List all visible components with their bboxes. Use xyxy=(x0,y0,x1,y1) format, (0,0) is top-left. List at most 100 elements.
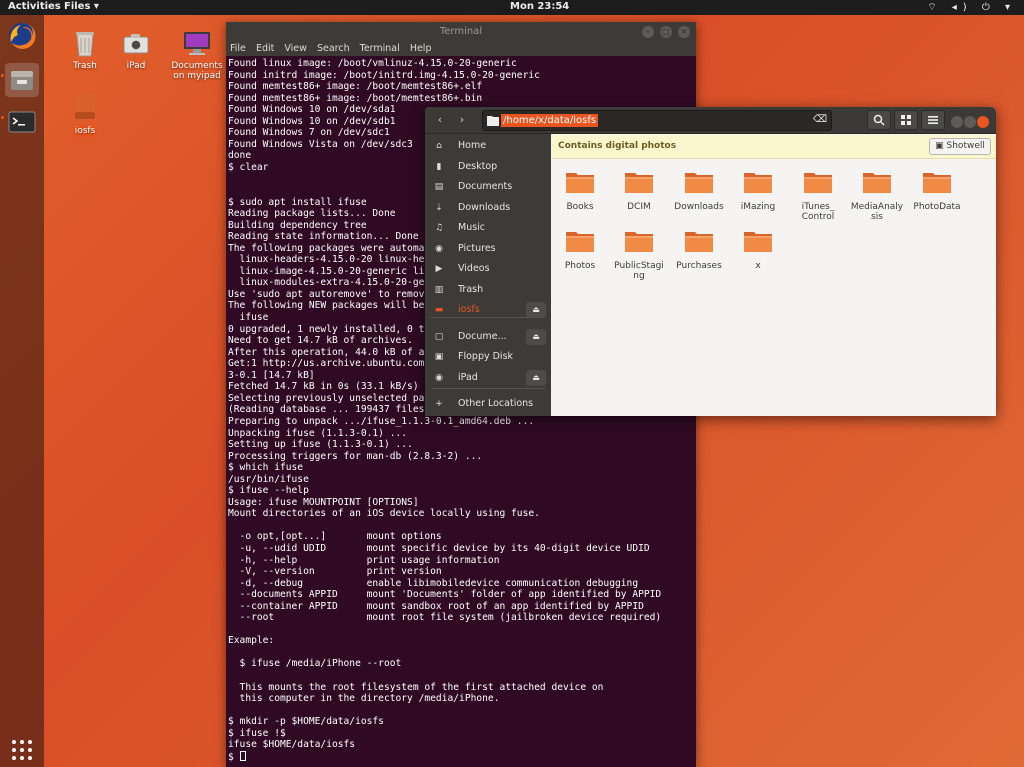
folder-icon xyxy=(744,173,772,193)
sidebar-item-documents[interactable]: ▤ Documents xyxy=(425,177,551,197)
show-apps-icon[interactable] xyxy=(5,733,39,767)
terminal-line-text: --documents APPID mount 'Documents' fold… xyxy=(228,589,662,601)
menu-button[interactable] xyxy=(921,110,945,130)
drive-icon xyxy=(70,92,100,122)
back-button[interactable]: ‹ xyxy=(431,110,449,130)
forward-button[interactable]: › xyxy=(453,110,471,130)
open-with-shotwell-button[interactable]: ▣ Shotwell xyxy=(929,138,991,155)
folder-icon xyxy=(685,173,713,193)
activities-button[interactable]: Activities xyxy=(8,1,61,12)
floppy-icon: ▣ xyxy=(434,352,444,362)
terminal-line-text: -V, --version print version xyxy=(228,566,442,578)
folder-label: iMazing xyxy=(740,202,776,212)
terminal-line-text: $ clear xyxy=(228,161,269,173)
sidebar-item-trash[interactable]: ▥ Trash xyxy=(425,280,551,300)
folder-item[interactable]: iMazing xyxy=(728,170,788,212)
terminal-line-text: Found linux image: /boot/vmlinuz-4.15.0-… xyxy=(228,58,517,69)
folder-item[interactable]: MediaAnaly sis xyxy=(847,170,907,222)
desktop-icon-iosfs[interactable]: iosfs xyxy=(55,92,115,137)
minimize-button[interactable]: – xyxy=(641,26,654,38)
menu-edit[interactable]: Edit xyxy=(256,43,274,54)
terminal-line: -d, --debug enable libimobiledevice comm… xyxy=(228,578,696,590)
desktop-icon-documents-on-myipad[interactable]: Documents on myipad xyxy=(167,28,227,81)
sidebar-item-label: Pictures xyxy=(458,243,496,254)
maximize-button[interactable]: □ xyxy=(659,26,672,38)
folder-item[interactable]: Books xyxy=(550,170,610,212)
folder-item[interactable]: PhotoData xyxy=(907,170,967,212)
terminal-line: $ ifuse /media/iPhone --root xyxy=(228,658,696,670)
folder-item[interactable]: PublicStagi ng xyxy=(609,229,669,281)
trash-icon: ▥ xyxy=(434,285,444,295)
view-options-button[interactable] xyxy=(894,110,918,130)
close-button[interactable] xyxy=(977,116,989,128)
menu-view[interactable]: View xyxy=(284,43,307,54)
app-menu[interactable]: Files ▾ xyxy=(64,1,99,12)
terminal-line: --root mount root file system (jailbroke… xyxy=(228,612,696,624)
menu-file[interactable]: File xyxy=(230,43,246,54)
terminal-line-text: $ ifuse !$ xyxy=(228,727,286,739)
terminal-line-text: done xyxy=(228,150,252,162)
maximize-button[interactable] xyxy=(964,116,976,128)
sidebar-item-videos[interactable]: ▶ Videos xyxy=(425,259,551,279)
folder-label: Purchases xyxy=(676,261,722,271)
eject-icon[interactable]: ⏏ xyxy=(526,302,546,318)
folder-item[interactable]: DCIM xyxy=(609,170,669,212)
sidebar-item-label: iPad xyxy=(458,372,478,383)
folder-item[interactable]: Photos xyxy=(550,229,610,271)
terminal-line: Found memtest86+ image: /boot/memtest86+… xyxy=(228,93,696,105)
folder-label: Downloads xyxy=(674,202,724,212)
sidebar-item-docume[interactable]: ▢ Docume... ⏏ xyxy=(425,327,551,347)
terminal-line: Setting up ifuse (1.1.3-0.1) ... xyxy=(228,439,696,451)
file-manager-window[interactable]: ‹ › /home/x/data/iosfs ⌫ ⌂ Home ▮ Deskto… xyxy=(425,107,996,416)
folder-item[interactable]: Purchases xyxy=(669,229,729,271)
desktop-icon-ipad[interactable]: iPad xyxy=(106,28,166,71)
terminal-line-text: Example: xyxy=(228,635,275,647)
folder-label: Books xyxy=(566,202,594,212)
folder-item[interactable]: x xyxy=(728,229,788,271)
close-button[interactable]: × xyxy=(678,26,690,38)
clock[interactable]: Mon 23:54 xyxy=(510,1,569,12)
files-icon[interactable] xyxy=(5,63,39,97)
terminal-line-text: Unpacking ifuse (1.1.3-0.1) ... xyxy=(228,427,408,439)
sidebar-item-floppy-disk[interactable]: ▣ Floppy Disk xyxy=(425,347,551,367)
eject-icon[interactable]: ⏏ xyxy=(526,329,546,345)
terminal-line: --container APPID mount sandbox root of … xyxy=(228,601,696,613)
system-menu[interactable]: ⌔ ◂) ⏻ ▾ xyxy=(927,1,1016,14)
terminal-titlebar[interactable]: Terminal – □ × xyxy=(226,22,696,42)
terminal-icon[interactable] xyxy=(5,105,39,139)
sidebar-item-label: Downloads xyxy=(458,202,511,213)
desktop-icon: ▮ xyxy=(436,162,442,172)
minimize-button[interactable] xyxy=(951,116,963,128)
sidebar-item-ipad[interactable]: ◉ iPad ⏏ xyxy=(425,368,551,388)
folder-item[interactable]: Downloads xyxy=(669,170,729,212)
sidebar-item-pictures[interactable]: ◉ Pictures xyxy=(425,239,551,259)
location-input[interactable]: /home/x/data/iosfs xyxy=(501,114,599,127)
sidebar-item-label: Documents xyxy=(458,181,513,192)
terminal-line-text: $ mkdir -p $HOME/data/iosfs xyxy=(228,716,384,728)
terminal-line: -u, --udid UDID mount specific device by… xyxy=(228,543,696,555)
eject-icon[interactable]: ⏏ xyxy=(526,370,546,386)
folder-label: PublicStagi xyxy=(614,261,664,271)
sidebar-item-desktop[interactable]: ▮ Desktop xyxy=(425,157,551,177)
folder-item[interactable]: iTunes_ Control xyxy=(788,170,848,222)
sidebar-item-label: Floppy Disk xyxy=(458,351,514,362)
location-bar[interactable]: /home/x/data/iosfs ⌫ xyxy=(482,110,832,131)
menu-help[interactable]: Help xyxy=(410,43,432,54)
trash-icon xyxy=(70,28,100,58)
clear-location-icon[interactable]: ⌫ xyxy=(813,114,827,125)
sidebar-item-downloads[interactable]: ⇣ Downloads xyxy=(425,198,551,218)
terminal-line-text: --root mount root file system (jailbroke… xyxy=(228,612,662,624)
search-button[interactable] xyxy=(867,110,891,130)
sidebar-item-other-locations[interactable]: + Other Locations xyxy=(425,394,551,414)
sidebar-item-home[interactable]: ⌂ Home xyxy=(425,136,551,156)
file-manager-headerbar[interactable]: ‹ › /home/x/data/iosfs ⌫ xyxy=(425,107,996,134)
menu-terminal[interactable]: Terminal xyxy=(360,43,400,54)
terminal-line-text: Building dependency tree xyxy=(228,219,367,231)
menu-search[interactable]: Search xyxy=(317,43,350,54)
folder-icon xyxy=(566,173,594,193)
sidebar-item-music[interactable]: ♫ Music xyxy=(425,218,551,238)
folder-icon xyxy=(744,232,772,252)
terminal-line-text: Selecting previously unselected pac xyxy=(228,392,431,404)
firefox-icon[interactable] xyxy=(5,19,39,53)
